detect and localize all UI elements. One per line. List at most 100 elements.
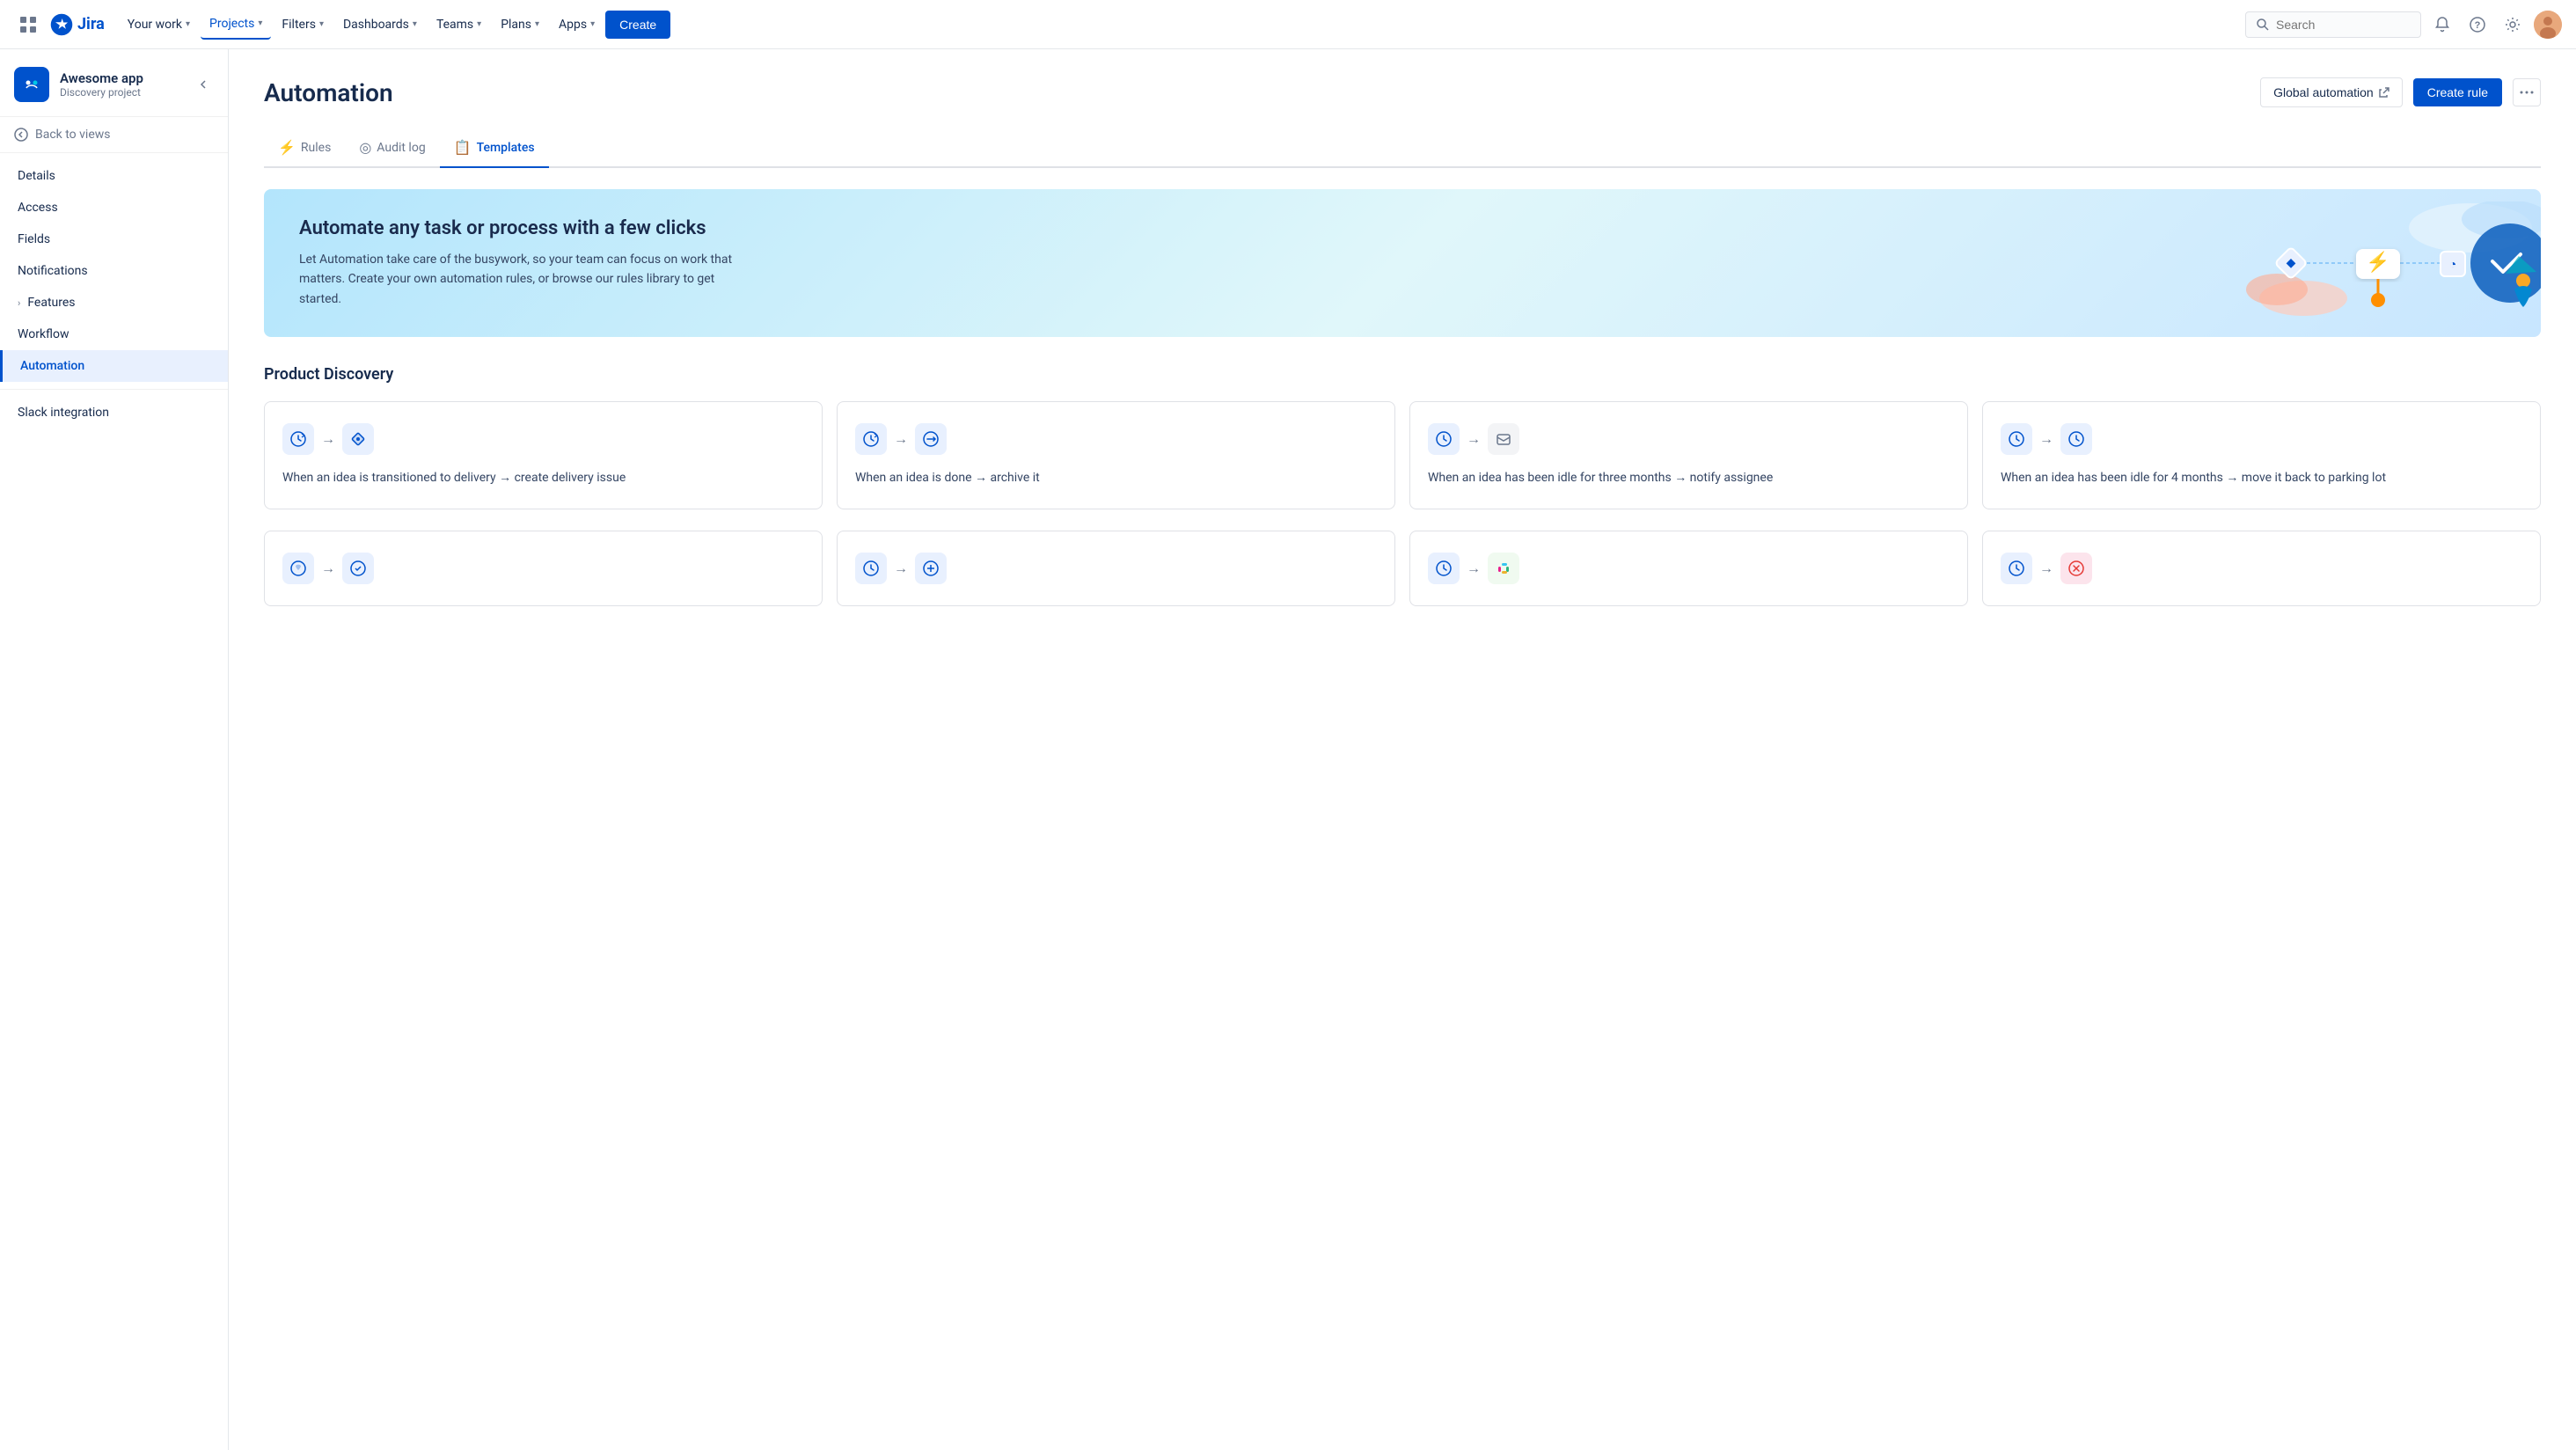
card-icon-2	[1488, 423, 1519, 455]
back-to-views-button[interactable]: Back to views	[0, 117, 228, 153]
arrow-icon: →	[894, 560, 908, 577]
nav-projects[interactable]: Projects ▾	[201, 10, 271, 40]
banner-title: Automate any task or process with a few …	[299, 217, 739, 239]
search-input[interactable]	[2276, 18, 2399, 32]
sidebar-item-fields[interactable]: Fields	[0, 223, 228, 255]
svg-text:⚡: ⚡	[2366, 251, 2389, 274]
chevron-down-icon: ▾	[413, 19, 417, 29]
sidebar-collapse-button[interactable]	[193, 74, 214, 95]
nav-right-actions: ?	[2245, 11, 2562, 39]
card-idle-parking[interactable]: → When an idea has been idle for 4 month…	[1982, 401, 2541, 509]
arrow-icon: →	[1467, 560, 1481, 577]
gear-icon	[2505, 17, 2521, 33]
arrow-icon: →	[1467, 430, 1481, 448]
card-transitioned-to-delivery[interactable]: → When an idea is transitioned to delive…	[264, 401, 823, 509]
chevron-down-icon: ▾	[258, 18, 262, 28]
card-row2-2[interactable]: →	[837, 531, 1395, 606]
card-icon-1	[855, 553, 887, 584]
banner-content: Automate any task or process with a few …	[299, 217, 739, 309]
page-title: Automation	[264, 78, 393, 107]
jira-logo[interactable]: Jira	[49, 12, 105, 37]
card-icon-1	[2001, 423, 2032, 455]
banner-description: Let Automation take care of the busywork…	[299, 250, 739, 309]
page-header: Automation Global automation Create rule	[264, 77, 2541, 107]
card-icons: →	[282, 553, 804, 584]
tab-templates[interactable]: 📋 Templates	[440, 128, 549, 168]
card-text: When an idea has been idle for three mon…	[1428, 469, 1950, 487]
automation-cards-row1: → When an idea is transitioned to delive…	[264, 401, 2541, 509]
project-icon	[14, 67, 49, 102]
project-name: Awesome app	[60, 70, 182, 86]
help-icon: ?	[2470, 17, 2485, 33]
sidebar-item-access[interactable]: Access	[0, 192, 228, 223]
avatar[interactable]	[2534, 11, 2562, 39]
sidebar-item-slack[interactable]: Slack integration	[0, 397, 228, 428]
settings-button[interactable]	[2499, 11, 2527, 39]
nav-dashboards[interactable]: Dashboards ▾	[334, 11, 426, 39]
card-done-archive[interactable]: → When an idea is done → archive it	[837, 401, 1395, 509]
audit-icon: ◎	[359, 139, 371, 156]
back-arrow-icon	[14, 128, 28, 142]
tab-rules[interactable]: ⚡ Rules	[264, 128, 345, 168]
nav-filters[interactable]: Filters ▾	[273, 11, 333, 39]
sidebar-item-features[interactable]: › Features	[0, 287, 228, 319]
arrow-icon: →	[321, 430, 335, 448]
sidebar: Awesome app Discovery project Back to vi…	[0, 49, 229, 1450]
card-icon-1	[282, 423, 314, 455]
sidebar-item-notifications[interactable]: Notifications	[0, 255, 228, 287]
search-box[interactable]	[2245, 11, 2421, 38]
bell-icon	[2434, 17, 2450, 33]
ellipsis-icon	[2520, 91, 2534, 94]
create-button[interactable]: Create	[605, 11, 670, 39]
help-button[interactable]: ?	[2463, 11, 2492, 39]
card-icon-1	[1428, 423, 1460, 455]
svg-text:◆: ◆	[2287, 256, 2296, 270]
nav-teams[interactable]: Teams ▾	[428, 11, 490, 39]
card-icon-1	[855, 423, 887, 455]
notifications-button[interactable]	[2428, 11, 2456, 39]
nav-menu: Your work ▾ Projects ▾ Filters ▾ Dashboa…	[119, 10, 2238, 40]
card-icon-1	[282, 553, 314, 584]
card-icons: →	[2001, 423, 2522, 455]
more-options-button[interactable]	[2513, 78, 2541, 106]
sidebar-project-header: Awesome app Discovery project	[0, 49, 228, 117]
tab-audit-log[interactable]: ◎ Audit log	[345, 128, 439, 168]
app-grid-button[interactable]	[14, 11, 42, 39]
template-icon: 📋	[454, 139, 472, 156]
card-icon-2	[915, 553, 947, 584]
jira-logo-text: Jira	[77, 15, 105, 33]
chevron-down-icon: ▾	[477, 19, 481, 29]
global-automation-button[interactable]: Global automation	[2260, 77, 2403, 107]
card-row2-4[interactable]: →	[1982, 531, 2541, 606]
card-row2-3[interactable]: →	[1409, 531, 1968, 606]
section-title: Product Discovery	[264, 365, 2541, 384]
nav-your-work[interactable]: Your work ▾	[119, 11, 199, 39]
sidebar-item-workflow[interactable]: Workflow	[0, 319, 228, 350]
card-icon-cancel	[2060, 553, 2092, 584]
card-icon-2	[2060, 423, 2092, 455]
nav-apps[interactable]: Apps ▾	[550, 11, 604, 39]
card-text: When an idea is transitioned to delivery…	[282, 469, 804, 487]
card-icon-2	[342, 553, 374, 584]
card-icons: →	[2001, 553, 2522, 584]
card-idle-notify[interactable]: → When an idea has been idle for three m…	[1409, 401, 1968, 509]
project-type: Discovery project	[60, 86, 182, 99]
card-icons: →	[855, 423, 1377, 455]
card-row2-1[interactable]: →	[264, 531, 823, 606]
sidebar-navigation: Details Access Fields Notifications › Fe…	[0, 153, 228, 436]
automation-cards-row2: → →	[264, 531, 2541, 606]
nav-plans[interactable]: Plans ▾	[492, 11, 548, 39]
chevron-down-icon: ▾	[186, 19, 190, 29]
arrow-icon: →	[894, 430, 908, 448]
card-icon-slack	[1488, 553, 1519, 584]
project-info: Awesome app Discovery project	[60, 70, 182, 99]
card-icons: →	[282, 423, 804, 455]
sidebar-item-automation[interactable]: Automation	[0, 350, 228, 382]
chevron-down-icon: ▾	[535, 19, 539, 29]
create-rule-button[interactable]: Create rule	[2413, 78, 2502, 106]
svg-text:◔: ◔	[2449, 258, 2456, 272]
top-navigation: Jira Your work ▾ Projects ▾ Filters ▾ Da…	[0, 0, 2576, 49]
automation-banner: Automate any task or process with a few …	[264, 189, 2541, 337]
sidebar-item-details[interactable]: Details	[0, 160, 228, 192]
search-icon	[2257, 18, 2269, 31]
